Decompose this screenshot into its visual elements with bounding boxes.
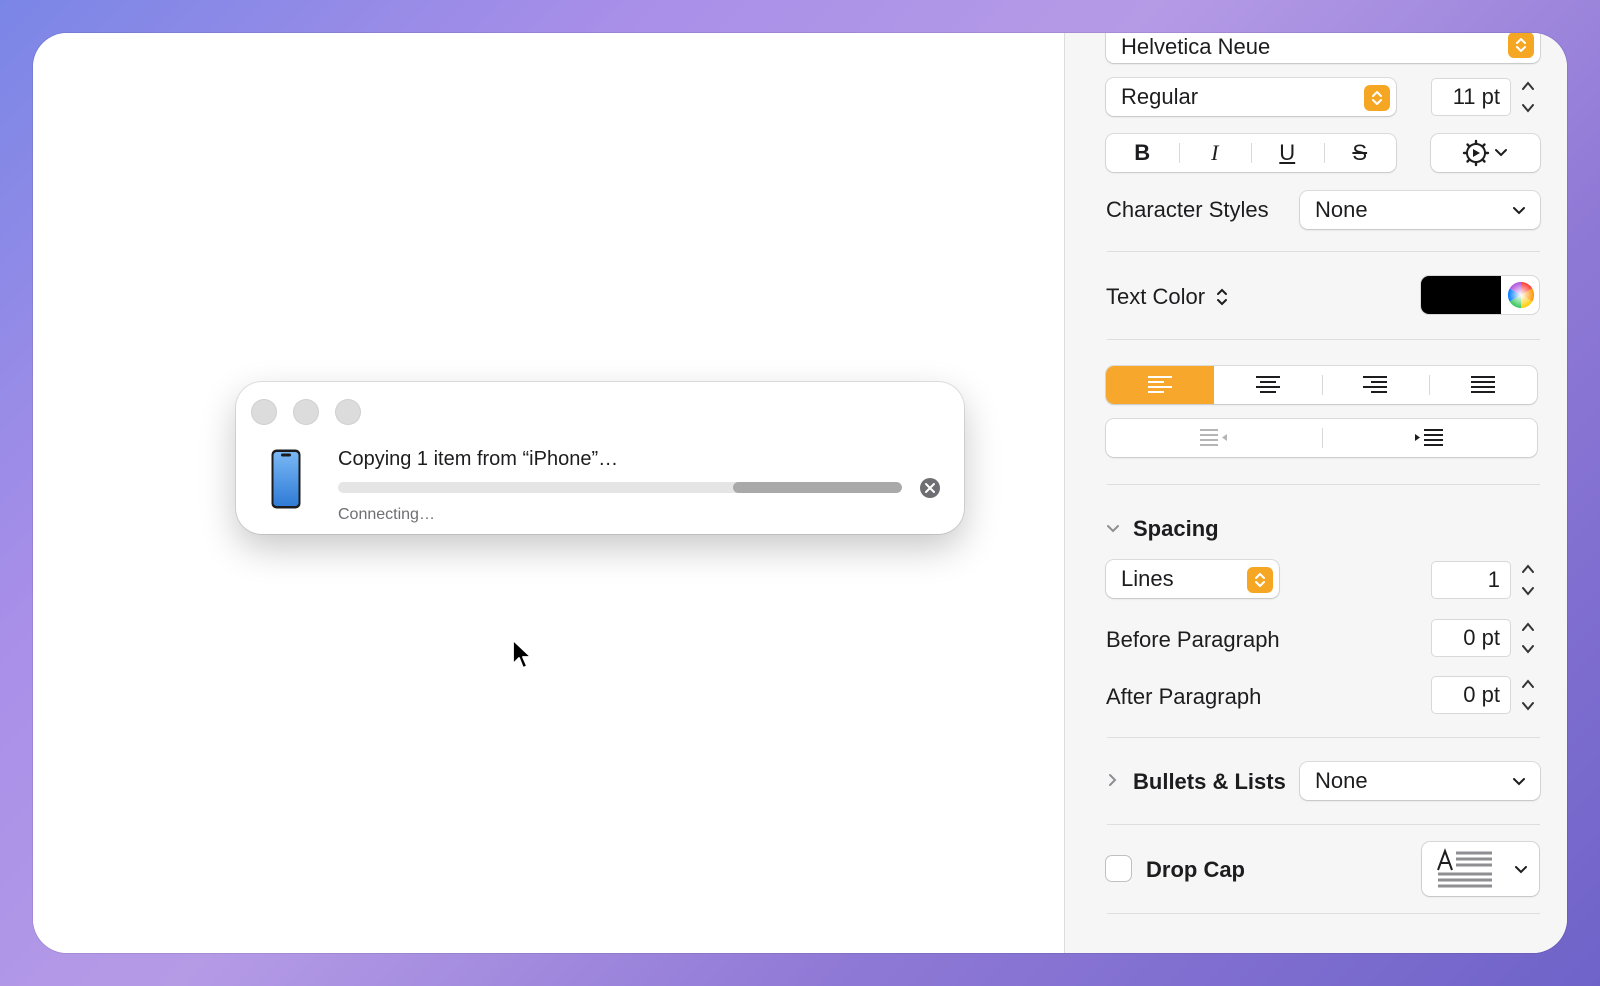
strikethrough-button[interactable]: S	[1323, 134, 1397, 172]
spacing-section-title[interactable]: Spacing	[1133, 516, 1219, 542]
character-styles-value: None	[1315, 197, 1368, 222]
decrease-indent-icon	[1199, 429, 1227, 446]
disclosure-expanded-icon[interactable]	[1105, 521, 1121, 537]
chevron-down-icon	[1515, 866, 1527, 874]
text-color-well[interactable]	[1421, 276, 1539, 314]
font-size-field[interactable]: 11 pt	[1432, 79, 1510, 115]
copy-progress-bar	[338, 482, 902, 493]
spacing-mode-value: Lines	[1121, 566, 1174, 591]
spacing-mode-stepper-icon	[1247, 567, 1273, 593]
before-paragraph-field[interactable]: 0 pt	[1432, 620, 1510, 656]
stepper-down-icon[interactable]	[1520, 584, 1536, 598]
align-left-icon	[1147, 376, 1172, 393]
spacing-mode-popup[interactable]: Lines	[1106, 560, 1279, 598]
before-paragraph-label: Before Paragraph	[1106, 627, 1280, 652]
justify-icon	[1471, 376, 1496, 393]
after-paragraph-field[interactable]: 0 pt	[1432, 677, 1510, 713]
decrease-indent-button[interactable]	[1106, 419, 1322, 457]
stepper-down-icon[interactable]	[1520, 101, 1536, 115]
zoom-window-button[interactable]	[335, 399, 361, 425]
copy-progress-fill	[732, 482, 902, 493]
chevron-down-icon	[1513, 778, 1525, 786]
line-spacing-stepper[interactable]	[1517, 562, 1539, 598]
align-center-icon	[1255, 376, 1280, 393]
drop-cap-checkbox[interactable]	[1106, 856, 1131, 881]
chevron-down-icon	[1513, 207, 1525, 215]
drop-cap-label[interactable]: Drop Cap	[1146, 857, 1245, 883]
iphone-icon	[271, 449, 301, 509]
indent-segmented	[1106, 419, 1537, 457]
text-color-swatch[interactable]	[1421, 276, 1501, 314]
font-family-value: Helvetica Neue	[1121, 34, 1271, 59]
divider	[1107, 339, 1540, 340]
advanced-options-button[interactable]	[1431, 134, 1540, 172]
disclosure-collapsed-icon[interactable]	[1105, 772, 1121, 788]
font-size-stepper[interactable]	[1517, 79, 1539, 115]
stepper-up-icon[interactable]	[1520, 620, 1536, 634]
bullets-lists-section-title[interactable]: Bullets & Lists	[1133, 769, 1286, 795]
font-family-popup[interactable]: Helvetica Neue	[1106, 33, 1540, 63]
close-window-button[interactable]	[251, 399, 277, 425]
align-center-button[interactable]	[1214, 366, 1322, 404]
before-paragraph-stepper[interactable]	[1517, 620, 1539, 656]
font-style-value: Regular	[1121, 84, 1199, 109]
divider	[1107, 737, 1540, 738]
cancel-copy-icon[interactable]	[919, 477, 941, 499]
underline-button[interactable]: U	[1251, 134, 1324, 172]
stepper-up-icon[interactable]	[1520, 562, 1536, 576]
divider	[1107, 251, 1540, 252]
text-style-segmented: B I U S	[1106, 134, 1396, 172]
line-spacing-field[interactable]: 1	[1432, 562, 1510, 598]
text-color-label[interactable]: Text Color	[1106, 284, 1229, 310]
divider	[1107, 824, 1540, 825]
increase-indent-icon	[1415, 429, 1444, 446]
stepper-up-icon[interactable]	[1520, 79, 1536, 93]
increase-indent-button[interactable]	[1321, 419, 1538, 457]
stepper-down-icon[interactable]	[1520, 642, 1536, 656]
divider	[1107, 484, 1540, 485]
copy-dialog-title: Copying 1 item from “iPhone”…	[338, 448, 619, 470]
updown-chevron-icon	[1217, 288, 1228, 306]
align-right-button[interactable]	[1321, 366, 1430, 404]
after-paragraph-label: After Paragraph	[1106, 684, 1262, 709]
copy-status-text: Connecting…	[338, 506, 435, 523]
document-canvas[interactable]: Copying 1 item from “iPhone”… Connecting…	[33, 33, 1064, 953]
copy-progress-dialog: Copying 1 item from “iPhone”… Connecting…	[236, 382, 964, 534]
bullets-lists-popup[interactable]: None	[1300, 762, 1540, 800]
font-style-stepper-icon	[1364, 85, 1390, 111]
font-style-popup[interactable]: Regular	[1106, 78, 1396, 116]
stepper-up-icon[interactable]	[1520, 677, 1536, 691]
after-paragraph-stepper[interactable]	[1517, 677, 1539, 713]
align-right-icon	[1363, 376, 1388, 393]
bullets-lists-value: None	[1315, 768, 1368, 793]
mouse-pointer-icon	[512, 639, 532, 669]
gear-icon	[1462, 139, 1507, 167]
divider	[1107, 913, 1540, 914]
italic-button[interactable]: I	[1178, 134, 1252, 172]
font-family-stepper-icon	[1508, 33, 1534, 58]
character-styles-label: Character Styles	[1106, 197, 1269, 222]
drop-cap-style-popup[interactable]	[1422, 842, 1539, 896]
justify-button[interactable]	[1429, 366, 1537, 404]
align-left-button[interactable]	[1106, 366, 1214, 404]
format-inspector: Helvetica Neue Regular 11 pt B I U S Cha…	[1064, 33, 1567, 953]
stepper-down-icon[interactable]	[1520, 699, 1536, 713]
alignment-segmented	[1106, 366, 1537, 404]
color-wheel-icon[interactable]	[1507, 281, 1535, 309]
pages-window: Copying 1 item from “iPhone”… Connecting…	[33, 33, 1567, 953]
minimize-window-button[interactable]	[293, 399, 319, 425]
character-styles-popup[interactable]: None	[1300, 191, 1540, 229]
drop-cap-preview-icon	[1437, 848, 1492, 888]
bold-button[interactable]: B	[1106, 134, 1179, 172]
